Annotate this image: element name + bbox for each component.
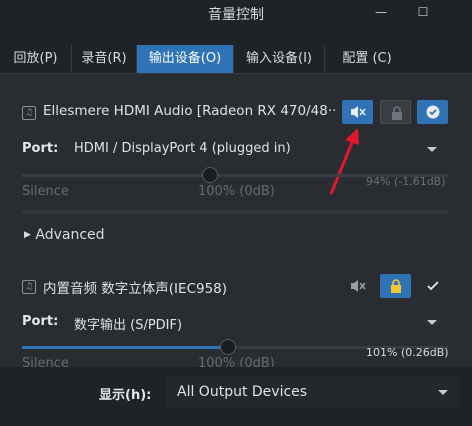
tab-output-devices[interactable]: 输出设备(O)	[136, 45, 233, 73]
tab-configuration[interactable]: 配置 (C)	[324, 45, 409, 73]
lock-channels-button[interactable]	[380, 274, 411, 298]
slider-silence-label: Silence	[22, 184, 69, 199]
port-select[interactable]: HDMI / DisplayPort 4 (plugged in)	[74, 141, 291, 156]
volume-slider-handle[interactable]	[220, 339, 236, 355]
show-filter-select[interactable]: All Output Devices	[166, 377, 460, 407]
port-label: Port:	[22, 314, 59, 329]
footer: 显示(h): All Output Devices	[0, 367, 472, 426]
tab-bar: 回放(P) 录音(R) 输出设备(O) 输入设备(I) 配置 (C)	[0, 45, 472, 73]
speaker-muted-icon	[351, 280, 366, 292]
tab-playback[interactable]: 回放(P)	[0, 45, 71, 73]
mute-button[interactable]	[342, 100, 373, 124]
advanced-expander[interactable]: ▶ Advanced	[24, 227, 105, 243]
divider	[22, 210, 448, 214]
port-select[interactable]: 数字输出 (S/PDIF)	[74, 314, 182, 333]
lock-icon	[392, 106, 402, 120]
device-name: 内置音频 数字立体声(IEC958)	[43, 281, 228, 297]
title-bar: 音量控制 — ☐	[0, 0, 472, 26]
audio-device-icon: ♫	[22, 280, 36, 294]
advanced-label: Advanced	[35, 227, 105, 243]
chevron-down-icon[interactable]	[427, 320, 437, 325]
check-icon	[426, 105, 440, 119]
show-filter-value: All Output Devices	[177, 384, 308, 400]
set-default-button[interactable]	[417, 274, 448, 298]
volume-slider-handle[interactable]	[202, 167, 218, 183]
tab-recording[interactable]: 录音(R)	[71, 45, 136, 73]
annotation-arrow-icon	[329, 128, 359, 195]
chevron-right-icon: ▶	[24, 230, 31, 240]
device-name: Ellesmere HDMI Audio [Radeon RX 470/48··…	[43, 103, 335, 119]
chevron-down-icon[interactable]	[427, 147, 437, 152]
device-list: ♫ Ellesmere HDMI Audio [Radeon RX 470/48…	[0, 73, 472, 371]
minimize-button[interactable]: —	[371, 3, 391, 21]
set-default-button[interactable]	[417, 100, 448, 124]
audio-device-icon: ♫	[22, 106, 36, 120]
mute-button[interactable]	[342, 274, 373, 298]
volume-level-text: 101% (0.26dB)	[366, 346, 449, 359]
slider-100-label: 100% (0dB)	[198, 184, 275, 199]
chevron-down-icon	[438, 390, 448, 395]
window-title: 音量控制	[208, 7, 264, 23]
port-label: Port:	[22, 141, 59, 156]
lock-icon	[391, 279, 401, 293]
volume-slider-fill	[22, 346, 228, 349]
show-filter-label: 显示(h):	[99, 388, 152, 403]
check-icon	[427, 281, 439, 291]
speaker-muted-icon	[351, 106, 366, 118]
restore-button[interactable]: ☐	[413, 3, 433, 21]
volume-level-text: 94% (-1.61dB)	[366, 175, 446, 188]
lock-channels-button[interactable]	[380, 100, 411, 124]
tab-input-devices[interactable]: 输入设备(I)	[233, 45, 324, 73]
